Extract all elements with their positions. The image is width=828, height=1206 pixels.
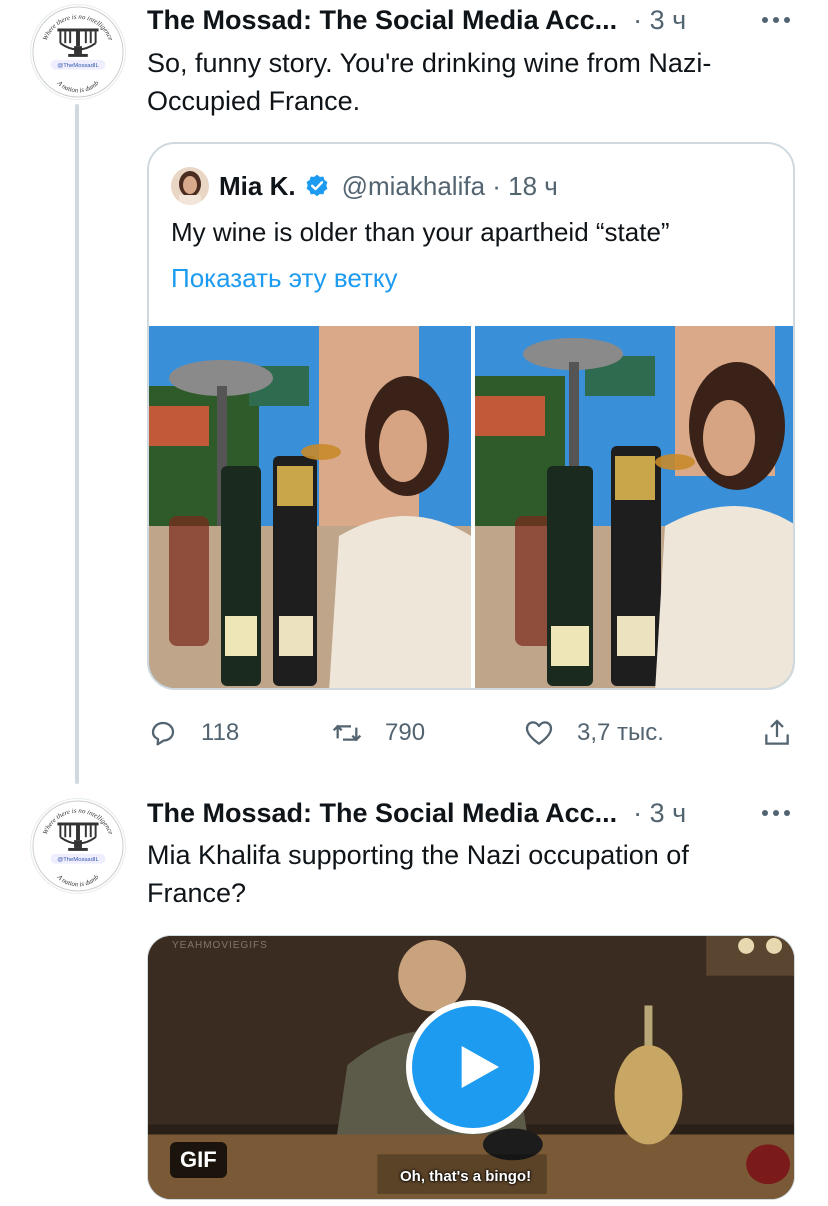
more-options-icon[interactable]	[762, 793, 790, 833]
share-icon	[765, 719, 789, 745]
heart-icon	[525, 721, 553, 745]
quoted-photo-right[interactable]	[475, 326, 793, 688]
quoted-tweet-text: My wine is older than your apartheid “st…	[171, 217, 670, 247]
author-name[interactable]: The Mossad: The Social Media Acc...	[147, 798, 617, 829]
retweet-button[interactable]: 790	[331, 710, 425, 756]
tweet-header: The Mossad: The Social Media Acc... · 3 …	[147, 793, 798, 833]
author-avatar[interactable]: @TheMossadIL Where there is no intellige…	[30, 4, 126, 100]
tweet-timestamp[interactable]: · 3 ч	[633, 798, 686, 829]
retweet-count: 790	[385, 719, 426, 746]
like-count: 3,7 тыс.	[577, 719, 664, 746]
play-button[interactable]	[406, 1000, 540, 1134]
mossad-seal-icon: @TheMossadIL Where there is no intellige…	[32, 6, 124, 98]
gif-subtitle: Oh, that's a bingo!	[400, 1168, 532, 1185]
more-options-icon[interactable]	[762, 0, 790, 40]
retweet-icon	[332, 724, 362, 742]
play-icon	[461, 1046, 499, 1088]
quoted-author-handle: @miakhalifa · 18 ч	[341, 170, 558, 201]
quoted-author-name: Mia K.	[219, 170, 296, 201]
tweet-text: So, funny story. You're drinking wine fr…	[147, 48, 712, 116]
tweet-header: The Mossad: The Social Media Acc... · 3 …	[147, 0, 798, 40]
reply-count: 118	[201, 719, 240, 746]
tweet[interactable]: @TheMossadIL Where there is no intellige…	[0, 0, 828, 790]
author-avatar[interactable]: @TheMossadIL Where there is no intellige…	[30, 798, 126, 894]
thread-connector-line	[75, 104, 79, 784]
quoted-media-grid	[149, 326, 793, 688]
gif-media[interactable]: YEAHMOVIEGIFS GIF Oh, that's a bingo!	[147, 935, 795, 1200]
reply-button[interactable]: 118	[147, 710, 239, 756]
mossad-seal-icon: @TheMossadIL Where there is no intellige…	[32, 800, 124, 892]
tweet-text: Mia Khalifa supporting the Nazi occupati…	[147, 840, 689, 908]
quoted-tweet-header: Mia K. @miakhalifa · 18 ч	[171, 166, 558, 206]
like-button[interactable]: 3,7 тыс.	[523, 710, 664, 756]
quoted-author-avatar	[171, 167, 209, 205]
tweet-action-bar: 118 790 3,7 тыс.	[147, 710, 797, 756]
gif-badge: GIF	[170, 1142, 227, 1178]
svg-text:@TheMossadIL: @TheMossadIL	[57, 63, 99, 69]
tweet-timestamp[interactable]: · 3 ч	[633, 5, 686, 36]
verified-badge-icon	[306, 174, 327, 197]
quoted-photo-left[interactable]	[149, 326, 471, 688]
gif-watermark: YEAHMOVIEGIFS	[172, 940, 268, 951]
svg-text:@TheMossadIL: @TheMossadIL	[57, 857, 99, 863]
quoted-tweet[interactable]: Mia K. @miakhalifa · 18 ч My wine is old…	[147, 142, 795, 690]
show-thread-link[interactable]: Показать эту ветку	[171, 260, 398, 296]
share-button[interactable]	[761, 710, 793, 756]
tweet[interactable]: @TheMossadIL Where there is no intellige…	[0, 790, 828, 1206]
reply-icon	[151, 721, 175, 746]
author-name[interactable]: The Mossad: The Social Media Acc...	[147, 5, 617, 36]
